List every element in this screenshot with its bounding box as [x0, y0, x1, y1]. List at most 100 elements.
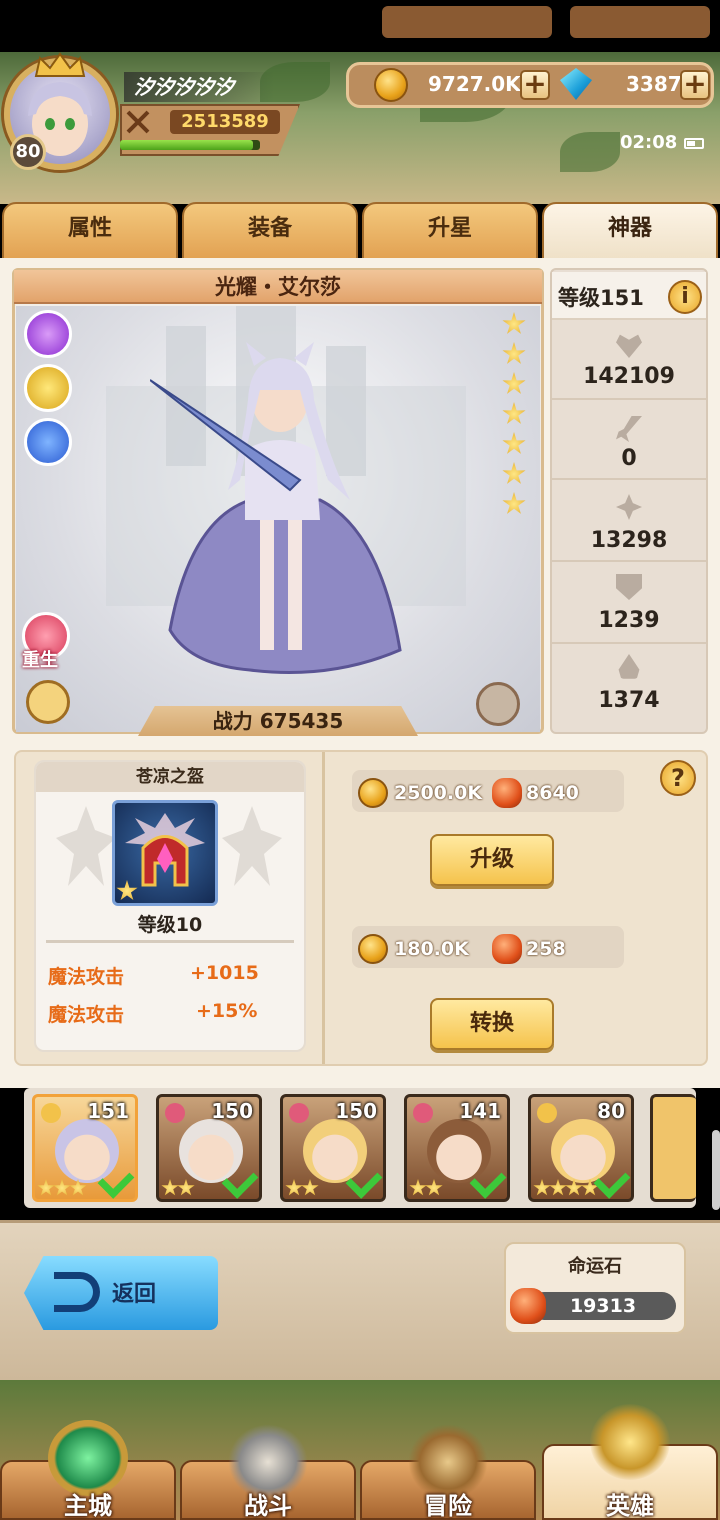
crown-icon — [34, 52, 86, 77]
fate-stone-icon — [510, 1288, 546, 1324]
tab-artifact[interactable]: 神器 — [542, 202, 718, 260]
bonus-label-1: 魔法攻击 — [48, 966, 125, 988]
xp-bar — [120, 140, 260, 150]
info-button[interactable]: i — [668, 280, 702, 314]
hero-figure — [150, 342, 402, 674]
fate-stone-icon — [492, 778, 522, 808]
chevron-skill-icon[interactable] — [24, 364, 72, 412]
gold-coin-icon — [358, 778, 388, 808]
gold-coin-icon — [374, 68, 408, 102]
bonus-value-2: +15% — [196, 1000, 258, 1022]
crossed-swords-icon — [126, 110, 150, 134]
hero-card-level: 151 — [87, 1099, 129, 1123]
hero-card-star-icon — [285, 1179, 303, 1196]
hero-card[interactable]: 150 — [280, 1094, 386, 1202]
artifact-level: 等级10 — [137, 914, 203, 936]
hero-card-level: 141 — [459, 1099, 501, 1123]
upgrade-gold-cost: 2500.0K — [394, 782, 483, 804]
castle-orb-icon — [48, 1420, 128, 1496]
scrollbar[interactable] — [712, 1130, 720, 1210]
defense-value: 1239 — [598, 608, 660, 633]
player-power: 2513589 — [170, 110, 280, 134]
hero-card-star-icon — [177, 1179, 195, 1196]
leaf-decoration — [560, 132, 620, 172]
nav-heroes-label: 英雄 — [606, 1492, 654, 1520]
player-name: 汐汐汐汐汐 — [124, 72, 274, 102]
convert-cost-bar — [352, 926, 624, 968]
hero-card-star-icon — [53, 1179, 71, 1196]
gem-slot — [570, 6, 710, 38]
add-gems-button[interactable]: + — [680, 70, 710, 100]
hero-card-star-icon — [425, 1179, 443, 1196]
magic-value: 13298 — [590, 528, 668, 553]
gold-value: 9727.0K — [428, 72, 521, 96]
hero-card-star-icon — [301, 1179, 319, 1196]
game-screen: 80 汐汐汐汐汐 2513589 9727.0K + 3387 + 02:08 … — [0, 0, 720, 1520]
defense-stat: 1239 — [552, 566, 706, 644]
convert-button[interactable]: 转换 — [430, 998, 554, 1050]
hero-card-star-icon — [549, 1179, 567, 1196]
convert-gold-cost: 180.0K — [394, 938, 469, 960]
resist-stat: 1374 — [552, 646, 706, 724]
hero-card-star-icon — [533, 1179, 551, 1196]
artifact-name: 苍凉之盔 — [36, 762, 304, 792]
resist-value: 1374 — [598, 688, 660, 713]
attack-stat: 0 — [552, 402, 706, 480]
hero-crest-icon — [590, 1404, 670, 1480]
hero-card-star-icon — [409, 1179, 427, 1196]
hero-card-level: 80 — [597, 1099, 625, 1123]
xp-bar-fill — [120, 140, 253, 150]
heart-icon — [616, 334, 642, 358]
gold-slot — [382, 6, 552, 38]
help-button[interactable]: ? — [660, 760, 696, 796]
hero-card-level: 150 — [211, 1099, 253, 1123]
hero-card-partial[interactable] — [650, 1094, 696, 1202]
hero-card-level: 150 — [335, 1099, 377, 1123]
hero-card[interactable]: 80 — [528, 1094, 634, 1202]
hero-level: 等级151 — [558, 286, 644, 310]
attack-value: 0 — [621, 446, 637, 471]
tab-attributes[interactable]: 属性 — [2, 202, 178, 260]
back-label: 返回 — [112, 1282, 157, 1307]
combat-power-banner: 战力 675435 — [138, 706, 418, 736]
magic-stat: 13298 — [552, 484, 706, 562]
hero-card[interactable]: 141 — [404, 1094, 510, 1202]
nav-adventure-label: 冒险 — [424, 1492, 472, 1520]
sword-skill-icon[interactable] — [24, 418, 72, 466]
hero-class-badge-icon — [413, 1103, 433, 1123]
add-gold-button[interactable]: + — [520, 70, 550, 100]
tab-star-up[interactable]: 升星 — [362, 202, 538, 260]
combat-power-value: 675435 — [259, 709, 344, 733]
combat-power-label: 战力 — [212, 709, 253, 733]
upgrade-cost-bar — [352, 770, 624, 812]
back-arrow-icon — [54, 1272, 100, 1312]
artifact-divider — [46, 940, 294, 943]
upgrade-button[interactable]: 升级 — [430, 834, 554, 886]
sword-stat-icon — [616, 416, 642, 442]
tab-equipment[interactable]: 装备 — [182, 202, 358, 260]
wand-skill-icon[interactable] — [24, 310, 72, 358]
battery-icon — [684, 138, 704, 149]
player-level-badge: 80 — [10, 134, 46, 170]
chat-bubble-icon[interactable] — [476, 682, 520, 726]
nav-main-city-label: 主城 — [64, 1492, 112, 1520]
shield-icon — [616, 574, 642, 600]
hero-class-badge-icon — [41, 1103, 61, 1123]
fate-stone-label: 命运石 — [568, 1256, 622, 1277]
rebirth-label: 重生 — [22, 650, 58, 671]
bonus-value-1: +1015 — [190, 962, 259, 984]
fate-stone-icon — [492, 934, 522, 964]
clock: 02:08 — [620, 132, 678, 153]
hero-card[interactable]: 150 — [156, 1094, 262, 1202]
nav-battle-label: 战斗 — [244, 1492, 292, 1520]
hp-stat: 142109 — [552, 322, 706, 400]
lock-icon[interactable] — [26, 680, 70, 724]
hero-class-badge-icon — [537, 1103, 557, 1123]
panel-divider — [322, 752, 325, 1064]
hero-name: 光耀・艾尔莎 — [14, 270, 542, 304]
hero-card[interactable]: 151 — [32, 1094, 138, 1202]
bonus-label-2: 魔法攻击 — [48, 1004, 125, 1026]
hero-class-badge-icon — [289, 1103, 309, 1123]
droplet-icon — [618, 654, 640, 679]
convert-stone-cost: 258 — [526, 938, 566, 960]
